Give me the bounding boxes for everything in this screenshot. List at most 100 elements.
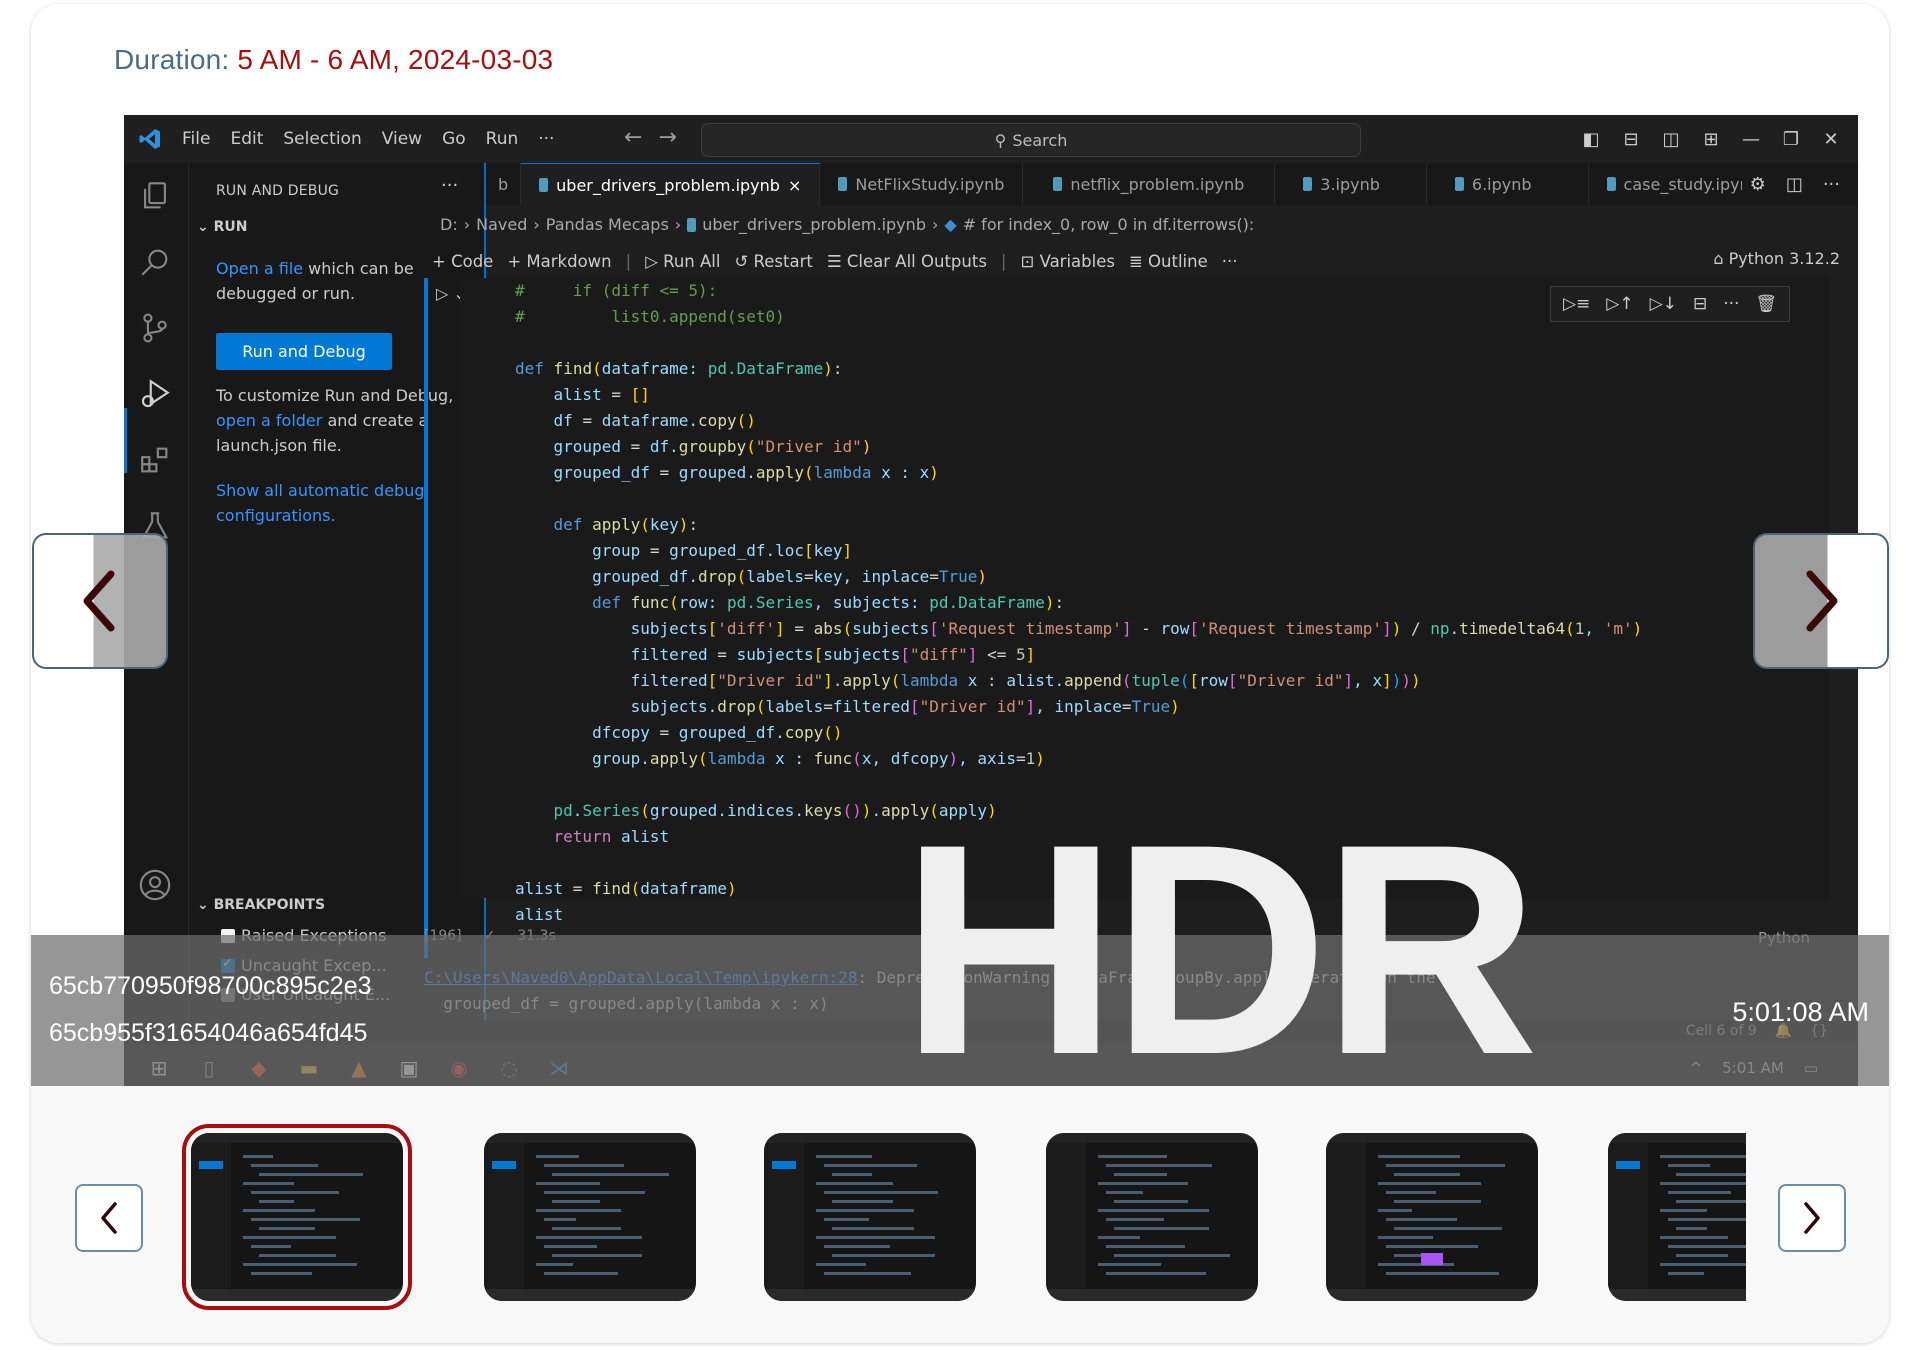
outline-label: Outline (1148, 251, 1208, 271)
tab-netflixstudy[interactable]: NetFlixStudy.ipynb (820, 163, 1024, 205)
run-all-icon: ▷ (645, 251, 664, 271)
menu-edit[interactable]: Edit (230, 129, 263, 149)
split-editor-icon[interactable]: ◫ (1786, 174, 1803, 195)
thumb-code-line (251, 1191, 339, 1194)
thumbnails-prev-button[interactable] (75, 1184, 143, 1252)
delete-cell-icon[interactable]: 🗑 (1755, 294, 1777, 314)
sidebar-more-button[interactable]: ··· (441, 175, 458, 196)
breadcrumb-item[interactable]: # for index_0, row_0 in df.iterrows(): (963, 215, 1255, 234)
thumb-code-line (824, 1191, 938, 1194)
thumb-code-line (243, 1209, 315, 1212)
thumbnail-6[interactable] (1608, 1133, 1746, 1301)
plus-icon: + (507, 251, 527, 271)
explorer-icon[interactable] (138, 179, 172, 213)
capture-timestamp: 5:01:08 AM (1732, 997, 1869, 1027)
menu-file[interactable]: File (182, 129, 210, 149)
thumbnails-next-button[interactable] (1778, 1184, 1846, 1252)
execute-above-icon[interactable]: ▷≡ (1563, 294, 1590, 314)
minimize-icon[interactable]: — (1742, 129, 1760, 150)
breakpoints-section-header[interactable]: ⌄ BREAKPOINTS (197, 897, 325, 913)
toggle-panel-icon[interactable]: ⊟ (1622, 129, 1640, 150)
close-tab-icon[interactable]: × (788, 176, 801, 195)
menu-go[interactable]: Go (442, 129, 466, 149)
run-section-header[interactable]: ⌄ RUN (197, 219, 247, 235)
run-debug-icon[interactable] (138, 377, 172, 411)
thumb-code-line (259, 1227, 315, 1230)
run-below-icon[interactable]: ▷↓ (1650, 294, 1677, 314)
tab-uber-drivers-problem[interactable]: uber_drivers_problem.ipynb × (521, 163, 821, 206)
thumb-code-line (1668, 1245, 1746, 1248)
thumbnail-3[interactable] (764, 1133, 976, 1301)
vscode-logo-icon (139, 129, 160, 149)
add-markdown-button[interactable]: + Markdown (507, 252, 611, 271)
variables-label: Variables (1039, 251, 1115, 271)
previous-image-button[interactable] (32, 533, 168, 669)
toggle-secondary-sidebar-icon[interactable]: ◫ (1662, 129, 1680, 150)
thumbnail-4[interactable] (1046, 1133, 1258, 1301)
plus-icon: + (432, 251, 452, 271)
next-image-button[interactable] (1753, 533, 1889, 669)
thumb-code-line (1114, 1200, 1188, 1203)
notebook-icon (1606, 177, 1616, 191)
run-and-debug-button[interactable]: Run and Debug (216, 333, 392, 370)
thumb-code-line (552, 1227, 621, 1230)
split-cell-icon[interactable]: ⊟ (1693, 294, 1707, 314)
thumb-taskbar (484, 1289, 696, 1301)
tab-partial[interactable]: b (486, 163, 522, 205)
thumb-code-line (1660, 1263, 1746, 1266)
run-all-button[interactable]: ▷ Run All (645, 252, 720, 271)
menu-selection[interactable]: Selection (283, 129, 361, 149)
kernel-picker[interactable]: ⌂ Python 3.12.2 (1713, 249, 1840, 268)
more-actions-icon[interactable]: ··· (1823, 174, 1840, 195)
vscode-titlebar: File Edit Selection View Go Run ··· ← → … (124, 115, 1858, 163)
tab-actions: ⚙ ◫ ··· (1741, 163, 1840, 205)
thumb-code-line (251, 1164, 318, 1167)
toolbar-divider: | (625, 251, 632, 271)
breadcrumb-item[interactable]: Naved (476, 215, 527, 234)
customize-layout-icon[interactable]: ⊞ (1702, 129, 1720, 150)
extensions-icon[interactable] (138, 443, 172, 477)
command-search[interactable]: ⚲ Search (701, 123, 1361, 157)
source-control-icon[interactable] (138, 311, 172, 345)
thumb-code-line (1676, 1227, 1707, 1230)
add-code-button[interactable]: + Code (432, 252, 493, 271)
variables-button[interactable]: ⊡ Variables (1020, 252, 1114, 271)
open-folder-link[interactable]: open a folder (216, 411, 322, 430)
search-view-icon[interactable] (138, 245, 172, 279)
toggle-sidebar-icon[interactable]: ◧ (1582, 129, 1600, 150)
thumb-code-line (243, 1263, 357, 1266)
thumb-code-line (824, 1218, 869, 1221)
tab-netflix-problem[interactable]: netflix_problem.ipynb (1023, 163, 1276, 205)
thumbnail-1[interactable] (182, 1124, 412, 1310)
thumb-sidebar (1046, 1143, 1086, 1289)
back-arrow-icon[interactable]: ← (624, 125, 642, 150)
restart-button[interactable]: ↺ Restart (734, 252, 812, 271)
account-icon[interactable] (138, 868, 172, 902)
thumb-code-line (1394, 1200, 1481, 1203)
clear-outputs-button[interactable]: ☰ Clear All Outputs (827, 252, 987, 271)
restore-icon[interactable]: ❐ (1782, 129, 1800, 150)
menu-more[interactable]: ··· (538, 129, 554, 149)
breadcrumb-item[interactable]: uber_drivers_problem.ipynb (702, 215, 926, 234)
notebook-icon (1303, 177, 1313, 191)
tab-6-ipynb[interactable]: 6.ipynb (1427, 163, 1589, 205)
forward-arrow-icon[interactable]: → (658, 125, 676, 150)
breadcrumb-item[interactable]: Pandas Mecaps (546, 215, 669, 234)
thumb-code-line (1668, 1191, 1731, 1194)
gear-icon[interactable]: ⚙ (1750, 174, 1766, 195)
thumb-titlebar (1326, 1133, 1538, 1143)
breadcrumb-item[interactable]: D: (440, 215, 458, 234)
outline-button[interactable]: ≣ Outline (1129, 252, 1208, 271)
open-file-link[interactable]: Open a file (216, 259, 303, 278)
menu-run[interactable]: Run (486, 129, 519, 149)
thumb-code-line (1378, 1182, 1481, 1185)
tab-3-ipynb[interactable]: 3.ipynb (1275, 163, 1427, 205)
run-above-icon[interactable]: ▷↑ (1606, 294, 1633, 314)
thumbnail-5[interactable] (1326, 1133, 1538, 1301)
thumbnail-2[interactable] (484, 1133, 696, 1301)
cell-more-icon[interactable]: ··· (1723, 294, 1739, 314)
thumb-code-line (251, 1272, 312, 1275)
close-window-icon[interactable]: ✕ (1822, 129, 1840, 150)
menu-view[interactable]: View (382, 129, 422, 149)
toolbar-more-button[interactable]: ··· (1222, 252, 1238, 271)
